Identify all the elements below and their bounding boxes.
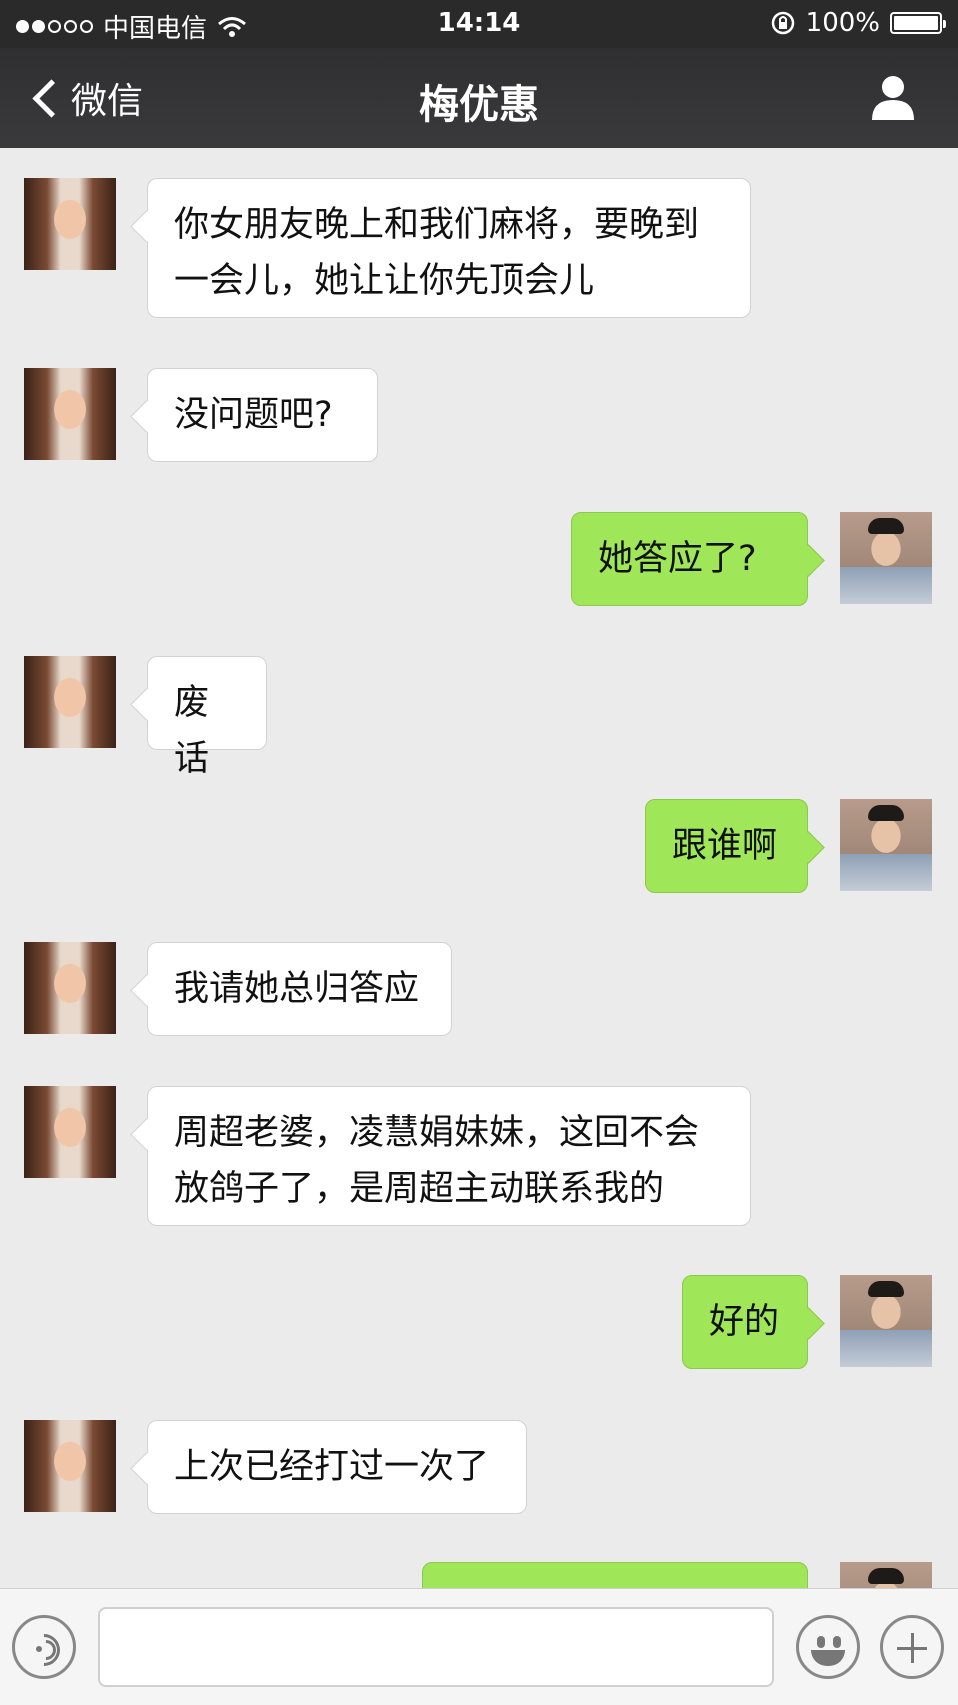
message-bubble[interactable]: 没问题吧?: [147, 368, 378, 462]
input-bar: [0, 1588, 958, 1705]
my-avatar[interactable]: [840, 1275, 932, 1367]
contact-avatar[interactable]: [24, 368, 116, 460]
message-bubble[interactable]: 废话: [147, 656, 267, 779]
plus-icon[interactable]: [880, 1615, 944, 1679]
battery-icon: [890, 12, 946, 34]
contact-avatar[interactable]: [24, 1420, 116, 1512]
message-input[interactable]: [98, 1607, 774, 1687]
my-avatar[interactable]: [840, 1562, 932, 1588]
message-bubble[interactable]: 周超老婆，凌慧娟妹妹，这回不会 放鸽子了，是周超主动联系我的: [147, 1086, 751, 1226]
message-bubble[interactable]: [422, 1562, 808, 1588]
message-bubble[interactable]: 她答应了?: [571, 512, 808, 606]
rotation-lock-icon: [771, 11, 794, 35]
status-bar: 中国电信 14:14 100%: [0, 0, 958, 48]
emoji-icon[interactable]: [796, 1615, 860, 1679]
battery-percent: 100%: [805, 8, 880, 38]
message-bubble[interactable]: 跟谁啊: [645, 799, 808, 893]
message-bubble[interactable]: 好的: [682, 1275, 808, 1369]
status-right: 100%: [770, 8, 946, 38]
my-avatar[interactable]: [840, 799, 932, 891]
message-bubble[interactable]: 你女朋友晚上和我们麻将，要晚到 一会儿，她让让你先顶会儿: [147, 178, 751, 318]
message-bubble[interactable]: 上次已经打过一次了: [147, 1420, 527, 1514]
contact-avatar[interactable]: [24, 942, 116, 1034]
profile-icon[interactable]: [868, 74, 918, 120]
message-bubble[interactable]: 我请她总归答应: [147, 942, 452, 1036]
chat-area[interactable]: 你女朋友晚上和我们麻将，要晚到 一会儿，她让让你先顶会儿 没问题吧? 她答应了?…: [0, 148, 958, 1588]
contact-avatar[interactable]: [24, 178, 116, 270]
my-avatar[interactable]: [840, 512, 932, 604]
voice-icon[interactable]: [12, 1615, 76, 1679]
nav-bar: 微信 梅优惠: [0, 48, 958, 148]
contact-avatar[interactable]: [24, 1086, 116, 1178]
contact-avatar[interactable]: [24, 656, 116, 748]
chat-title: 梅优惠: [419, 82, 539, 128]
